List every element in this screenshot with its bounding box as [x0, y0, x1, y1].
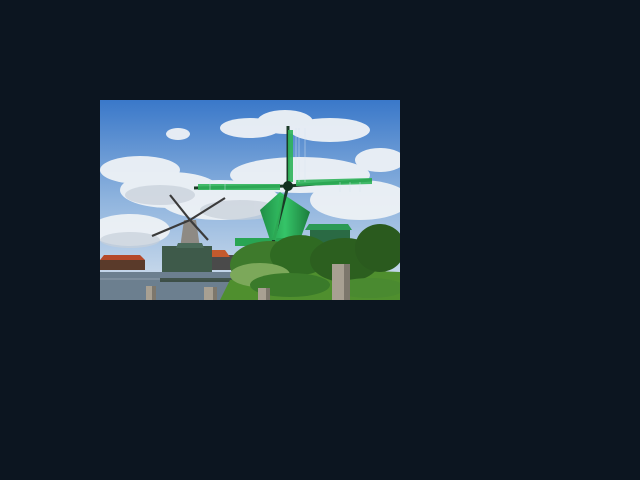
windmill-landscape-image: [100, 100, 400, 300]
water: [100, 272, 240, 300]
image-viewer: [0, 0, 640, 480]
displayed-photo[interactable]: [100, 100, 400, 300]
